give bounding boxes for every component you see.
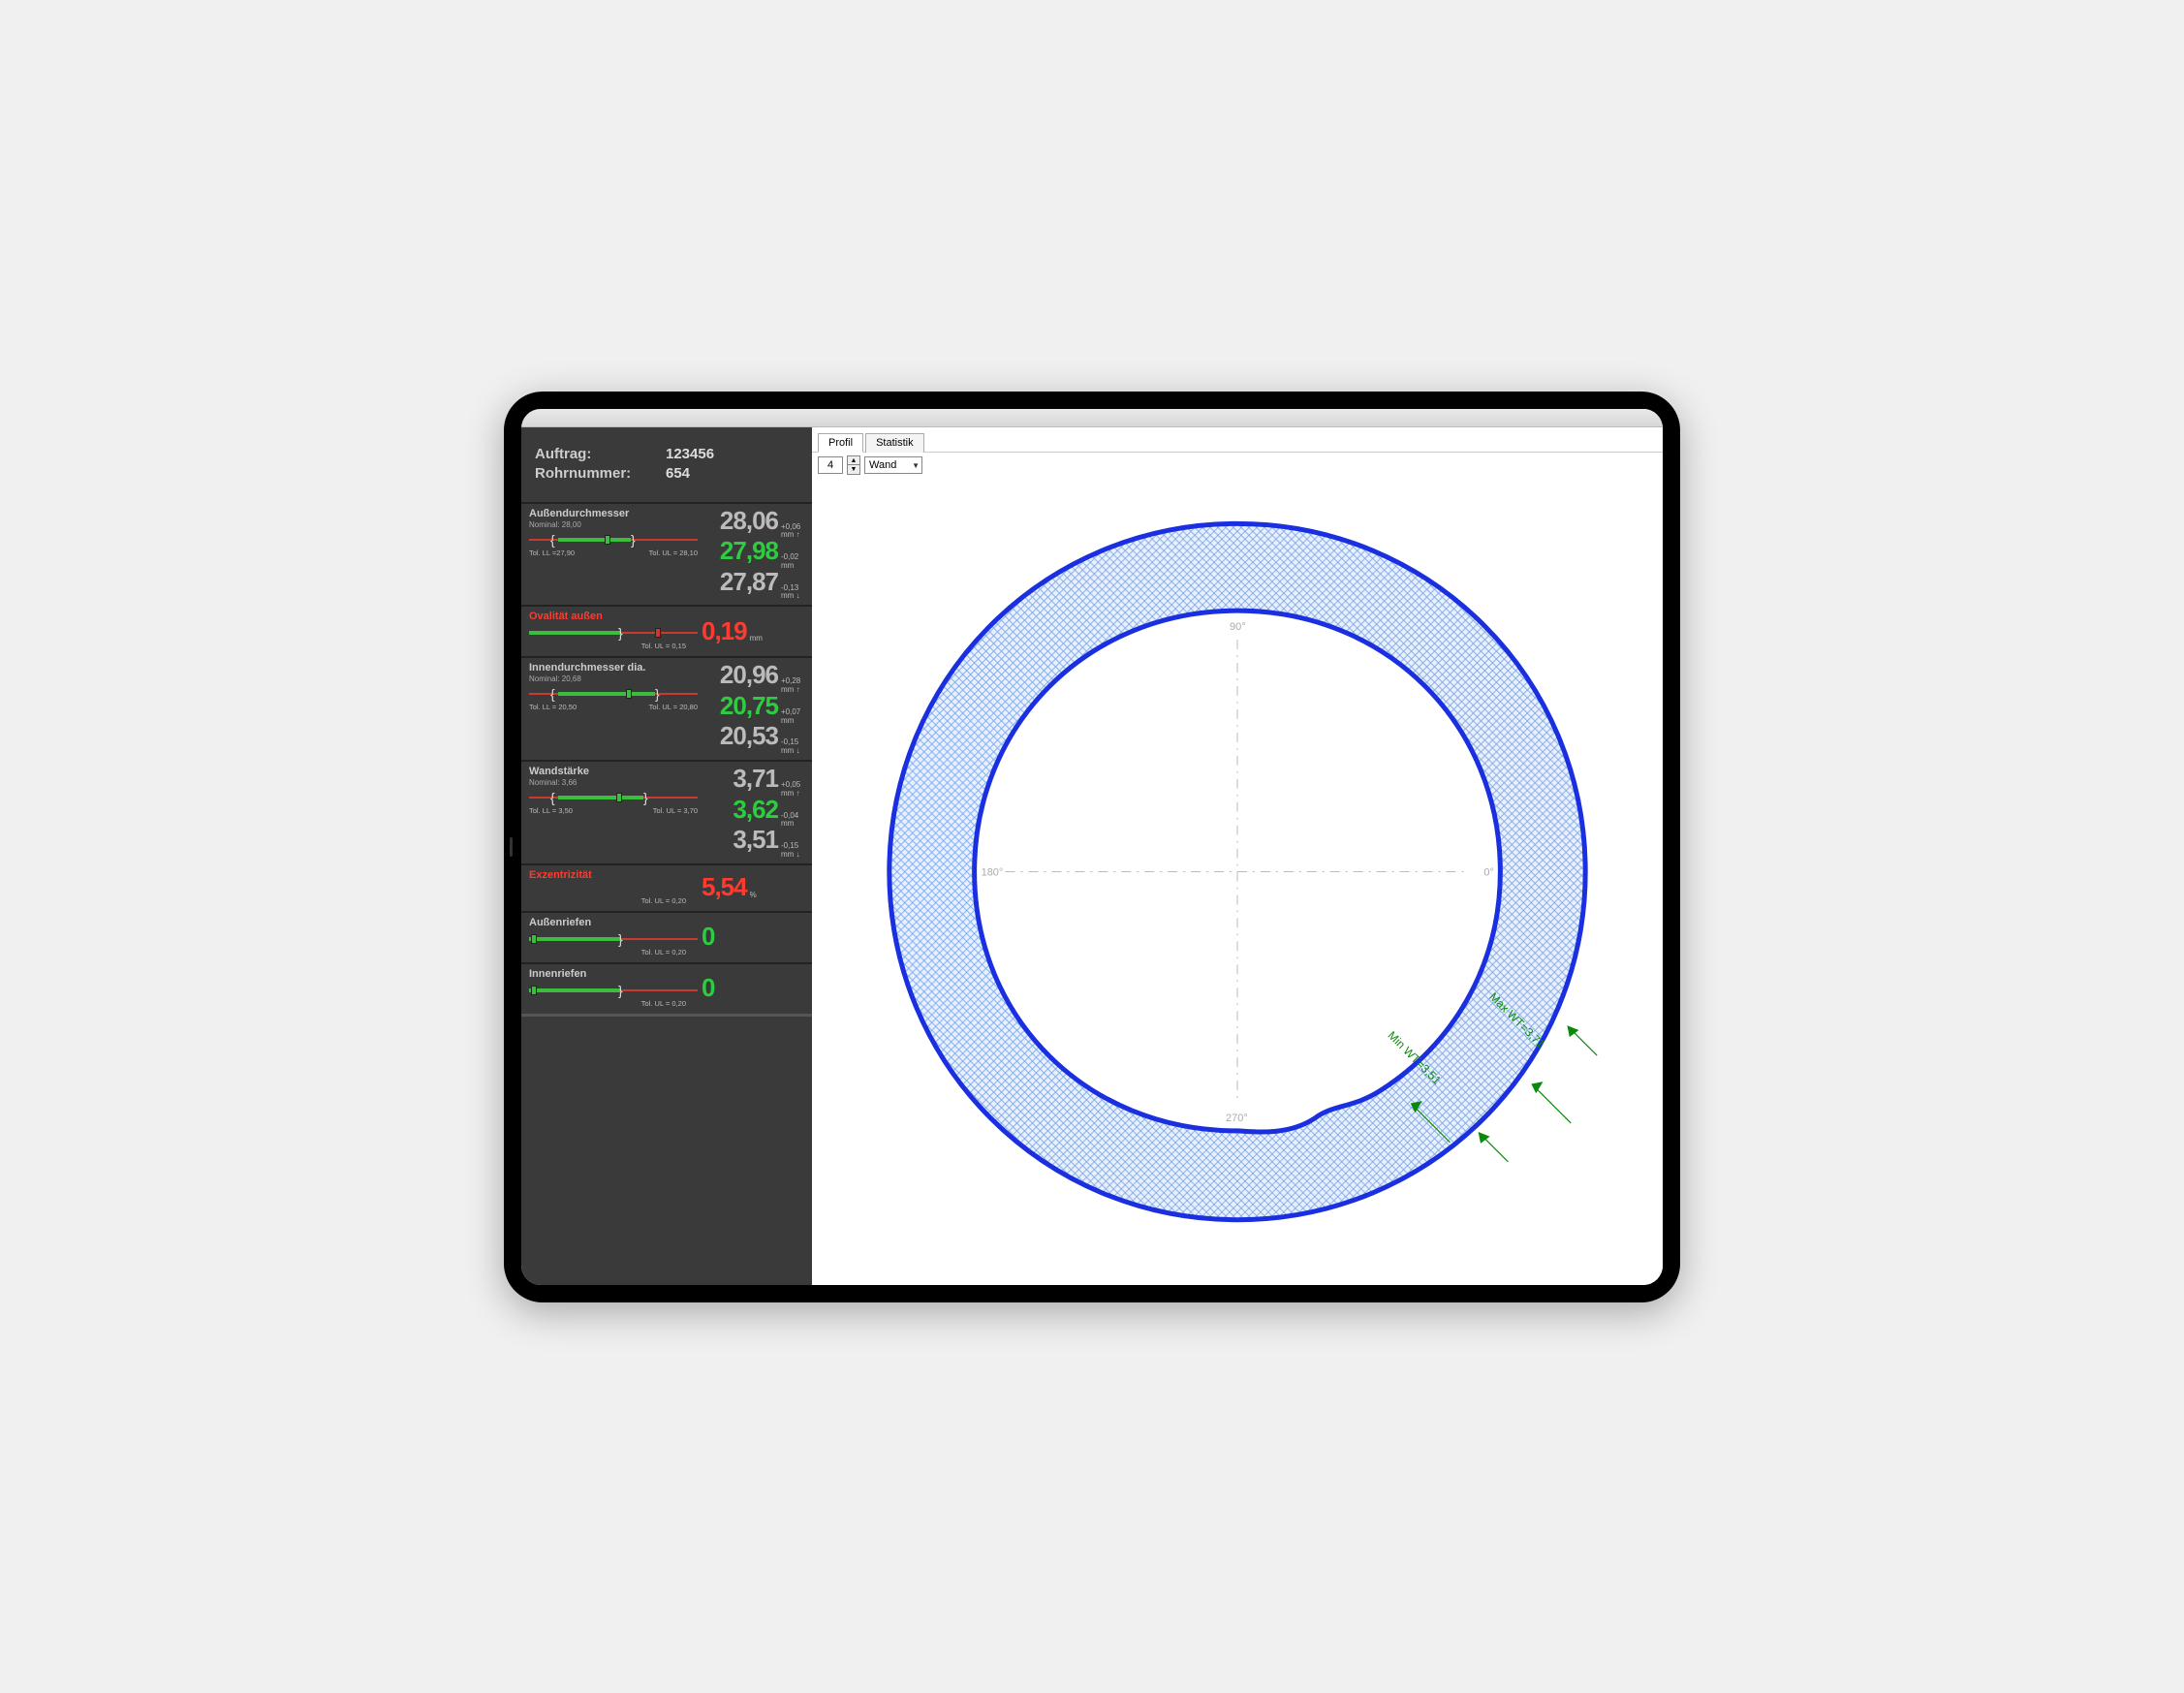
rohrnummer-label: Rohrnummer: [535, 465, 666, 482]
id-nominal: Nominal: 20,68 [529, 674, 698, 683]
wt-nominal: Nominal: 3,66 [529, 778, 698, 787]
profile-chart: 0° 90° 180° 270° [812, 478, 1663, 1285]
ecc-tolerance-bar [529, 885, 698, 894]
od-tolerance-bar: { } [529, 533, 698, 547]
spinner-up-icon[interactable]: ▲ [848, 456, 859, 465]
id-tol-ll: Tol. LL = 20,50 [529, 703, 577, 711]
metric-eccentricity: Exzentrizität Tol. UL = 0,20 5,54 % [521, 863, 812, 911]
metric-inner-diameter: Innendurchmesser dia. Nominal: 20,68 { }… [521, 656, 812, 760]
oval-title: Ovalität außen [529, 611, 698, 622]
rohrnummer-value: 654 [666, 465, 690, 482]
tab-statistik[interactable]: Statistik [865, 433, 924, 453]
ecc-title: Exzentrizität [529, 869, 698, 881]
ecc-value: 5,54 [702, 874, 747, 899]
tab-bar: Profil Statistik [812, 432, 1663, 453]
tablet-frame: Auftrag: 123456 Rohrnummer: 654 Außendur… [504, 392, 1680, 1302]
inner-groove-tol-ul: Tol. UL = 0,20 [529, 999, 698, 1008]
wt-tolerance-bar: { } [529, 791, 698, 804]
outer-groove-value: 0 [702, 924, 714, 949]
metric-ovality: Ovalität außen } Tol. UL = 0,15 0,19 mm [521, 605, 812, 656]
metric-outer-diameter: Außendurchmesser Nominal: 28,00 { } Tol.… [521, 502, 812, 606]
spinner-down-icon[interactable]: ▼ [848, 465, 859, 474]
wt-title: Wandstärke [529, 766, 698, 777]
angle-270-label: 270° [1226, 1112, 1248, 1123]
id-tolerance-bar: { } [529, 687, 698, 701]
id-min: 20,53 [720, 723, 778, 748]
metric-wall-thickness: Wandstärke Nominal: 3,66 { } Tol. LL = 3… [521, 760, 812, 863]
count-input[interactable] [818, 456, 843, 474]
od-mid: 27,98 [720, 538, 778, 563]
id-title: Innendurchmesser dia. [529, 662, 698, 674]
wt-tol-ll: Tol. LL = 3,50 [529, 806, 573, 815]
outer-groove-tol-ul: Tol. UL = 0,20 [529, 948, 698, 956]
od-max: 28,06 [720, 508, 778, 533]
wt-mid: 3,62 [733, 797, 778, 822]
ecc-tol-ul: Tol. UL = 0,20 [529, 896, 698, 905]
chart-toolbar: ▲ ▼ Wand [812, 453, 1663, 478]
metric-inner-groove: Innenriefen } Tol. UL = 0,20 0 [521, 962, 812, 1014]
layer-dropdown[interactable]: Wand [864, 456, 922, 474]
tab-profil[interactable]: Profil [818, 433, 863, 453]
oval-value: 0,19 [702, 618, 747, 643]
auftrag-value: 123456 [666, 446, 714, 462]
inner-groove-tolerance-bar: } [529, 984, 698, 997]
od-title: Außendurchmesser [529, 508, 698, 519]
sidebar: Auftrag: 123456 Rohrnummer: 654 Außendur… [521, 409, 812, 1285]
wt-max: 3,71 [733, 766, 778, 791]
id-mid: 20,75 [720, 693, 778, 718]
oval-tolerance-bar: } [529, 626, 698, 640]
oval-tol-ul: Tol. UL = 0,15 [529, 642, 698, 650]
id-max: 20,96 [720, 662, 778, 687]
wt-min: 3,51 [733, 827, 778, 852]
angle-0-label: 0° [1483, 866, 1494, 878]
inner-groove-value: 0 [702, 975, 714, 1000]
auftrag-label: Auftrag: [535, 446, 666, 462]
od-tol-ul: Tol. UL = 28,10 [649, 549, 698, 557]
od-min: 27,87 [720, 569, 778, 594]
metric-outer-groove: Außenriefen } Tol. UL = 0,20 0 [521, 911, 812, 962]
angle-90-label: 90° [1230, 621, 1246, 633]
wt-tol-ul: Tol. UL = 3,70 [653, 806, 698, 815]
count-spinner[interactable]: ▲ ▼ [847, 455, 860, 475]
angle-180-label: 180° [982, 866, 1004, 878]
screen: Auftrag: 123456 Rohrnummer: 654 Außendur… [521, 409, 1663, 1285]
job-header: Auftrag: 123456 Rohrnummer: 654 [521, 436, 812, 502]
id-tol-ul: Tol. UL = 20,80 [649, 703, 698, 711]
outer-groove-title: Außenriefen [529, 917, 698, 928]
inner-groove-title: Innenriefen [529, 968, 698, 980]
od-nominal: Nominal: 28,00 [529, 520, 698, 529]
outer-groove-tolerance-bar: } [529, 932, 698, 946]
main-panel: Profil Statistik ▲ ▼ Wand [812, 409, 1663, 1285]
od-tol-ll: Tol. LL =27,90 [529, 549, 575, 557]
